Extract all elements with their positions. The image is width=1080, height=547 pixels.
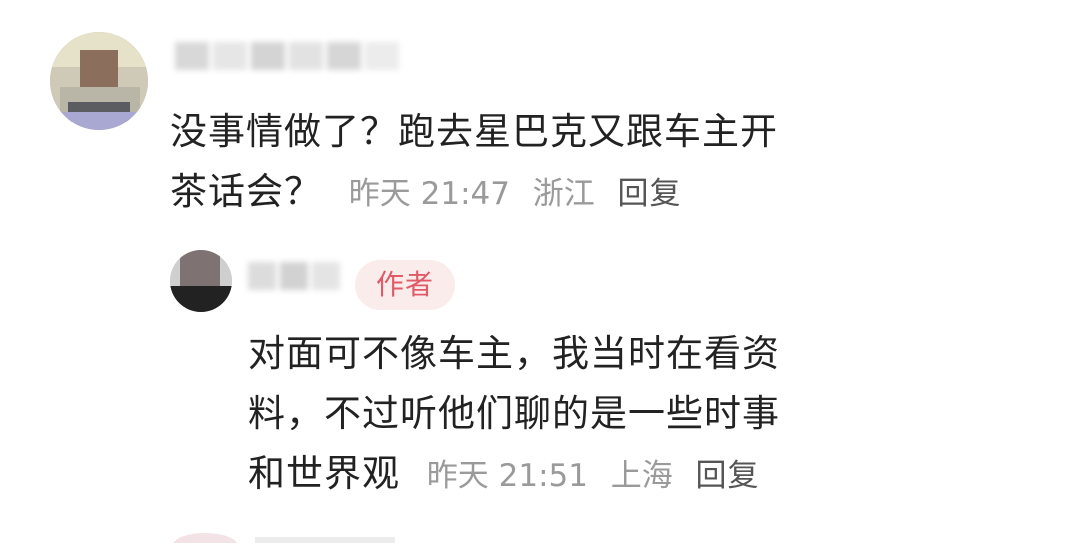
author-avatar[interactable]: [170, 250, 232, 312]
comment-line: 没事情做了？跑去星巴克又跟车主开: [170, 110, 778, 153]
author-name[interactable]: [248, 258, 348, 294]
partial-avatar-icon: [173, 533, 395, 547]
avatar-image-icon: [170, 250, 232, 312]
comment-line: 对面可不像车主，我当时在看资: [248, 332, 780, 375]
commenter-avatar[interactable]: [50, 32, 148, 130]
comment-time: 昨天 21:47: [348, 176, 510, 212]
comment-location: 浙江: [532, 176, 595, 212]
comment-line: 和世界观: [248, 452, 400, 495]
reply-button[interactable]: 回复: [618, 176, 682, 212]
comment-location: 上海: [610, 458, 673, 494]
commenter-name[interactable]: [175, 38, 405, 74]
comment-line: 茶话会？: [170, 170, 322, 213]
comment-line-with-meta: 和世界观 昨天 21:51 上海 回复: [248, 444, 1048, 506]
comment-time: 昨天 21:51: [426, 458, 588, 494]
reply-button[interactable]: 回复: [696, 458, 760, 494]
author-badge: 作者: [355, 260, 455, 310]
comment-body: 没事情做了？跑去星巴克又跟车主开 茶话会？ 昨天 21:47 浙江 回复: [170, 102, 1050, 224]
comment-line-with-meta: 茶话会？ 昨天 21:47 浙江 回复: [170, 162, 1050, 224]
pixelated-name-icon: [175, 42, 399, 70]
next-comment-peek: [0, 528, 1080, 547]
comment-line: 料，不过听他们聊的是一些时事: [248, 392, 780, 435]
pixelated-name-icon: [248, 262, 340, 290]
avatar-image-icon: [50, 32, 148, 130]
reply-body: 对面可不像车主，我当时在看资 料，不过听他们聊的是一些时事 和世界观 昨天 21…: [248, 324, 1048, 506]
